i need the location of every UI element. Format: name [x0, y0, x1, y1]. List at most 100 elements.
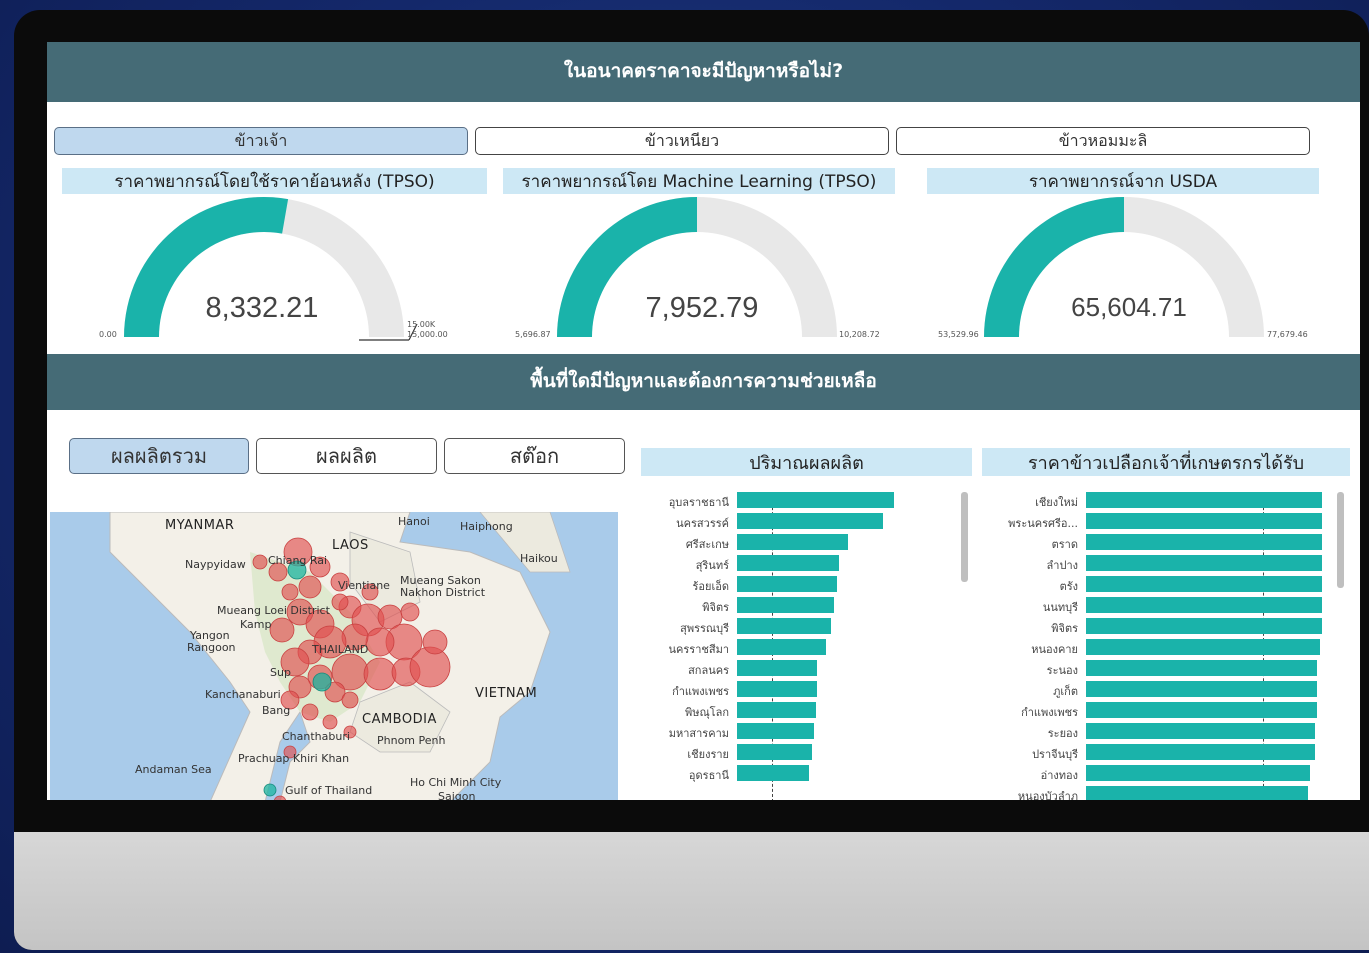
- bar[interactable]: [1086, 534, 1322, 550]
- bar[interactable]: [737, 513, 883, 529]
- bar-row[interactable]: ปราจีนบุรี: [982, 744, 1332, 761]
- bar-label: ตราด: [1051, 538, 1078, 551]
- province-bubble[interactable]: [400, 602, 420, 622]
- province-bubble[interactable]: [341, 691, 359, 709]
- tab-output[interactable]: ผลผลิต: [256, 438, 437, 474]
- bar-label: ตรัง: [1059, 580, 1078, 593]
- dashboard-screen: ในอนาคตราคาจะมีปัญหาหรือไม่? ข้าวเจ้า ข้…: [47, 42, 1360, 800]
- bar-row[interactable]: หนองบัวลำภู: [982, 786, 1332, 800]
- map-label-vientiane: Vientiane: [338, 579, 390, 592]
- bar[interactable]: [1086, 660, 1318, 676]
- price-bar-chart[interactable]: เชียงใหม่พระนครศรีอ... ตราดลำปางตรังนนทบุ…: [982, 492, 1332, 800]
- thailand-bubble-map[interactable]: MYANMAR LAOS VIETNAM CAMBODIA Hanoi Haip…: [50, 512, 618, 800]
- gauge-max: 15,000.00: [407, 330, 448, 339]
- bar-row[interactable]: ศรีสะเกษ: [641, 534, 951, 551]
- province-bubble[interactable]: [281, 583, 299, 601]
- gauge-value-tpso-history: 8,332.21: [205, 292, 319, 324]
- bar[interactable]: [737, 765, 810, 781]
- bar[interactable]: [737, 618, 832, 634]
- bar-row[interactable]: ร้อยเอ็ด: [641, 576, 951, 593]
- province-bubble[interactable]: [363, 657, 397, 691]
- bar-row[interactable]: ตรัง: [982, 576, 1332, 593]
- bar-row[interactable]: พิษณุโลก: [641, 702, 951, 719]
- bar-row[interactable]: สกลนคร: [641, 660, 951, 677]
- tab-stock[interactable]: สต๊อก: [444, 438, 625, 474]
- bar-row[interactable]: มหาสารคาม: [641, 723, 951, 740]
- bar[interactable]: [737, 744, 813, 760]
- bar-row[interactable]: นครราชสีมา: [641, 639, 951, 656]
- bar-row[interactable]: เชียงใหม่: [982, 492, 1332, 509]
- tab-total-output[interactable]: ผลผลิตรวม: [69, 438, 249, 474]
- tab-rice-glutinous[interactable]: ข้าวเหนียว: [475, 127, 889, 155]
- bar-row[interactable]: อุดรธานี: [641, 765, 951, 782]
- output-chart-scrollbar[interactable]: [961, 492, 968, 582]
- province-bubble[interactable]: [365, 627, 395, 657]
- province-bubble[interactable]: [301, 703, 319, 721]
- bar-row[interactable]: พระนครศรีอ...: [982, 513, 1332, 530]
- bar[interactable]: [1086, 765, 1311, 781]
- bar[interactable]: [1086, 576, 1322, 592]
- bar-row[interactable]: เชียงราย: [641, 744, 951, 761]
- bar-row[interactable]: ลำปาง: [982, 555, 1332, 572]
- bar-row[interactable]: พิจิตร: [982, 618, 1332, 635]
- bar-row[interactable]: อุบลราชธานี: [641, 492, 951, 509]
- bar[interactable]: [737, 555, 840, 571]
- forecast-banner: ในอนาคตราคาจะมีปัญหาหรือไม่?: [47, 42, 1360, 102]
- bar-row[interactable]: นครสวรรค์: [641, 513, 951, 530]
- province-bubble[interactable]: [269, 617, 295, 643]
- bar[interactable]: [737, 492, 894, 508]
- bar-row[interactable]: พิจิตร: [641, 597, 951, 614]
- bar[interactable]: [737, 597, 835, 613]
- bar-row[interactable]: ระยอง: [982, 723, 1332, 740]
- bar[interactable]: [1086, 555, 1322, 571]
- bar[interactable]: [1086, 744, 1315, 760]
- bar-label: นนทบุรี: [1042, 601, 1078, 614]
- bar-label: ระยอง: [1047, 727, 1078, 740]
- price-chart-scrollbar[interactable]: [1337, 492, 1344, 588]
- bar[interactable]: [1086, 786, 1308, 800]
- bar-row[interactable]: สุรินทร์: [641, 555, 951, 572]
- bar[interactable]: [1086, 618, 1322, 634]
- bar-row[interactable]: กำแพงเพชร: [641, 681, 951, 698]
- bar-row[interactable]: อ่างทอง: [982, 765, 1332, 782]
- province-bubble[interactable]: [322, 714, 338, 730]
- map-label-sup: Sup: [270, 666, 291, 679]
- bar[interactable]: [1086, 513, 1322, 529]
- bar-row[interactable]: ตราด: [982, 534, 1332, 551]
- bar[interactable]: [737, 576, 838, 592]
- map-label-haikou: Haikou: [520, 552, 558, 565]
- bar[interactable]: [737, 534, 849, 550]
- province-bubble[interactable]: [298, 575, 322, 599]
- tab-rice-jasmine[interactable]: ข้าวหอมมะลิ: [896, 127, 1310, 155]
- bar-label: กำแพงเพชร: [672, 685, 729, 698]
- region-banner-title: พื้นที่ใดมีปัญหาและต้องการความช่วยเหลือ: [530, 370, 877, 392]
- bar[interactable]: [1086, 597, 1322, 613]
- bar[interactable]: [1086, 639, 1320, 655]
- bar[interactable]: [737, 702, 816, 718]
- tab-rice-white[interactable]: ข้าวเจ้า: [54, 127, 468, 155]
- bar[interactable]: [737, 723, 814, 739]
- bar-row[interactable]: ระนอง: [982, 660, 1332, 677]
- bar-row[interactable]: หนองคาย: [982, 639, 1332, 656]
- bar[interactable]: [1086, 723, 1315, 739]
- bar[interactable]: [737, 681, 818, 697]
- province-bubble-highlight[interactable]: [312, 672, 332, 692]
- bar[interactable]: [737, 639, 827, 655]
- bar-row[interactable]: ภูเก็ต: [982, 681, 1332, 698]
- gauge-value-tpso-ml: 7,952.79: [645, 292, 759, 324]
- province-bubble[interactable]: [331, 593, 349, 611]
- map-label-chiang-rai: Chiang Rai: [268, 554, 328, 567]
- bar[interactable]: [737, 660, 818, 676]
- province-bubble[interactable]: [422, 629, 448, 655]
- province-bubble-highlight[interactable]: [263, 783, 277, 797]
- bar-row[interactable]: สุพรรณบุรี: [641, 618, 951, 635]
- bar-row[interactable]: นนทบุรี: [982, 597, 1332, 614]
- bar[interactable]: [1086, 681, 1318, 697]
- bar-label: ปราจีนบุรี: [1032, 748, 1078, 761]
- bar[interactable]: [1086, 702, 1318, 718]
- province-bubble[interactable]: [252, 554, 268, 570]
- output-bar-chart[interactable]: อุบลราชธานีนครสวรรค์ศรีสะเกษสุรินทร์ร้อย…: [641, 492, 951, 800]
- bar[interactable]: [1086, 492, 1322, 508]
- map-label-chanthaburi: Chanthaburi: [282, 730, 350, 743]
- bar-row[interactable]: กำแพงเพชร: [982, 702, 1332, 719]
